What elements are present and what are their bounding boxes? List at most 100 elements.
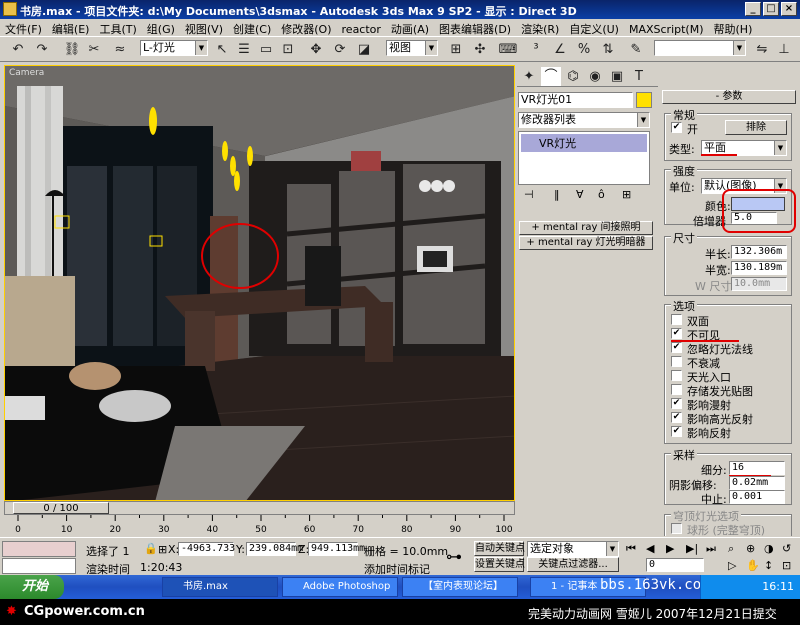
object-color-swatch[interactable]: [636, 92, 652, 108]
menu-customize[interactable]: 自定义(U): [564, 19, 624, 37]
named-selection-icon[interactable]: ✎: [626, 40, 646, 59]
zoom-icon[interactable]: ⌕: [728, 542, 734, 556]
previous-frame-icon[interactable]: ◀: [646, 542, 654, 555]
affect-specular-checkbox[interactable]: ✔: [671, 412, 682, 423]
modifier-list-dropdown[interactable]: 修改器列表 ▼: [518, 112, 650, 128]
link-icon[interactable]: ⛓: [62, 40, 82, 59]
menu-modifiers[interactable]: 修改器(O): [276, 19, 336, 37]
maximize-viewport-icon[interactable]: ⊡: [782, 559, 791, 572]
snaps-toggle-icon[interactable]: ³: [526, 40, 546, 59]
menu-reactor[interactable]: reactor: [337, 21, 386, 36]
key-filters-button[interactable]: 关键点过滤器...: [527, 557, 619, 572]
create-tab-icon[interactable]: ✦: [519, 67, 539, 86]
task-photoshop[interactable]: Adobe Photoshop: [282, 577, 398, 597]
maximize-button[interactable]: □: [763, 2, 779, 16]
task-3dsmax[interactable]: 书房.max: [162, 577, 278, 597]
maxscript-listener[interactable]: [2, 541, 76, 557]
pivot-center-icon[interactable]: ⊞: [446, 40, 466, 59]
menu-file[interactable]: 文件(F): [0, 19, 47, 37]
close-button[interactable]: ×: [781, 2, 797, 16]
set-key-button[interactable]: 设置关键点: [474, 557, 525, 572]
subdivs-spinner[interactable]: 16: [729, 461, 785, 475]
stack-item-vrlight[interactable]: VR灯光: [521, 134, 647, 152]
zoom-all-icon[interactable]: ⊕: [746, 542, 755, 555]
object-name-field[interactable]: VR灯光01: [518, 92, 633, 108]
go-to-start-icon[interactable]: ⏮: [626, 542, 636, 556]
remove-modifier-icon[interactable]: ô: [598, 188, 605, 201]
menu-animation[interactable]: 动画(A): [386, 19, 434, 37]
menu-edit[interactable]: 编辑(E): [47, 19, 95, 37]
next-frame-icon[interactable]: ▶|: [686, 542, 698, 555]
window-crossing-icon[interactable]: ⊡: [278, 40, 298, 59]
no-decay-checkbox[interactable]: [671, 356, 682, 367]
x-coordinate-field[interactable]: -4963.733: [178, 542, 235, 556]
half-width-spinner[interactable]: 130.189m: [731, 261, 787, 275]
ignore-light-normals-checkbox[interactable]: ✔: [671, 342, 682, 353]
viewport-label[interactable]: Camera: [9, 68, 44, 78]
motion-tab-icon[interactable]: ◉: [585, 67, 605, 86]
utilities-tab-icon[interactable]: T: [629, 67, 649, 86]
menu-group[interactable]: 组(G): [142, 19, 180, 37]
set-key-icon[interactable]: ⊶: [446, 547, 462, 566]
select-rotate-icon[interactable]: ⟳: [330, 40, 350, 59]
double-sided-checkbox[interactable]: [671, 314, 682, 325]
unlink-icon[interactable]: ✂: [84, 40, 104, 59]
lock-selection-icon[interactable]: 🔒: [144, 542, 158, 555]
minimize-button[interactable]: _: [745, 2, 761, 16]
mirror-icon[interactable]: ⇋: [752, 40, 772, 59]
bind-space-warp-icon[interactable]: ≈: [110, 40, 130, 59]
keyboard-shortcut-icon[interactable]: ⌨: [498, 40, 518, 59]
menu-maxscript[interactable]: MAXScript(M): [624, 21, 709, 36]
menu-tools[interactable]: 工具(T): [94, 19, 141, 37]
align-icon[interactable]: ⊥: [774, 40, 794, 59]
truck-icon[interactable]: ↕: [764, 559, 773, 572]
mental-ray-shader-button[interactable]: + mental ray 灯光明暗器: [519, 236, 653, 250]
modifier-stack[interactable]: VR灯光: [518, 131, 650, 185]
auto-key-button[interactable]: 自动关键点: [474, 541, 525, 556]
manipulate-icon[interactable]: ✣: [470, 40, 490, 59]
hierarchy-tab-icon[interactable]: ⌬: [563, 67, 583, 86]
start-button[interactable]: 开始: [0, 575, 64, 599]
time-slider-thumb[interactable]: 0 / 100: [13, 502, 109, 514]
mental-ray-indirect-button[interactable]: + mental ray 间接照明: [519, 221, 653, 235]
configure-sets-icon[interactable]: ⊞: [622, 188, 631, 201]
shadow-bias-spinner[interactable]: 0.02mm: [729, 476, 785, 490]
dolly-icon[interactable]: ▷: [728, 559, 736, 572]
y-coordinate-field[interactable]: 239.084mm: [246, 542, 303, 556]
rectangle-selection-icon[interactable]: ▭: [256, 40, 276, 59]
current-frame-field[interactable]: 0: [646, 558, 704, 572]
modify-tab-icon[interactable]: ⌒: [541, 67, 561, 86]
affect-reflections-checkbox[interactable]: ✔: [671, 426, 682, 437]
percent-snap-icon[interactable]: %: [574, 40, 594, 59]
menu-help[interactable]: 帮助(H): [709, 19, 758, 37]
menu-graph-editors[interactable]: 图表编辑器(D): [434, 19, 516, 37]
undo-icon[interactable]: ↶: [8, 40, 28, 59]
task-forum[interactable]: 【室内表现论坛】: [402, 577, 518, 597]
time-slider[interactable]: 0 / 100: [4, 501, 515, 515]
field-of-view-icon[interactable]: ◑: [764, 542, 774, 555]
menu-rendering[interactable]: 渲染(R): [516, 19, 564, 37]
display-tab-icon[interactable]: ▣: [607, 67, 627, 86]
menu-views[interactable]: 视图(V): [180, 19, 228, 37]
half-length-spinner[interactable]: 132.306m: [731, 245, 787, 259]
show-end-result-icon[interactable]: ‖: [554, 188, 560, 201]
play-icon[interactable]: ▶: [666, 542, 674, 555]
z-coordinate-field[interactable]: 949.113mm: [308, 542, 365, 556]
menu-create[interactable]: 创建(C): [228, 19, 276, 37]
named-selection-sets-dropdown[interactable]: ▼: [654, 40, 746, 56]
select-scale-icon[interactable]: ◪: [354, 40, 374, 59]
w-size-spinner[interactable]: 10.0mm: [731, 277, 787, 291]
exclude-button[interactable]: 排除: [725, 120, 787, 135]
reference-coordinate-dropdown[interactable]: 视图 ▼: [386, 40, 438, 56]
cutoff-spinner[interactable]: 0.001: [729, 490, 785, 504]
redo-icon[interactable]: ↷: [32, 40, 52, 59]
go-to-end-icon[interactable]: ⏭: [706, 542, 716, 556]
select-object-icon[interactable]: ↖: [212, 40, 232, 59]
selection-set-dropdown[interactable]: 选定对象 ▼: [527, 541, 619, 557]
invisible-checkbox[interactable]: ✔: [671, 328, 682, 339]
maxscript-output[interactable]: [2, 558, 76, 574]
orbit-icon[interactable]: ↺: [782, 542, 791, 555]
params-header[interactable]: - 参数: [662, 90, 796, 104]
affect-diffuse-checkbox[interactable]: ✔: [671, 398, 682, 409]
angle-snap-icon[interactable]: ∠: [550, 40, 570, 59]
